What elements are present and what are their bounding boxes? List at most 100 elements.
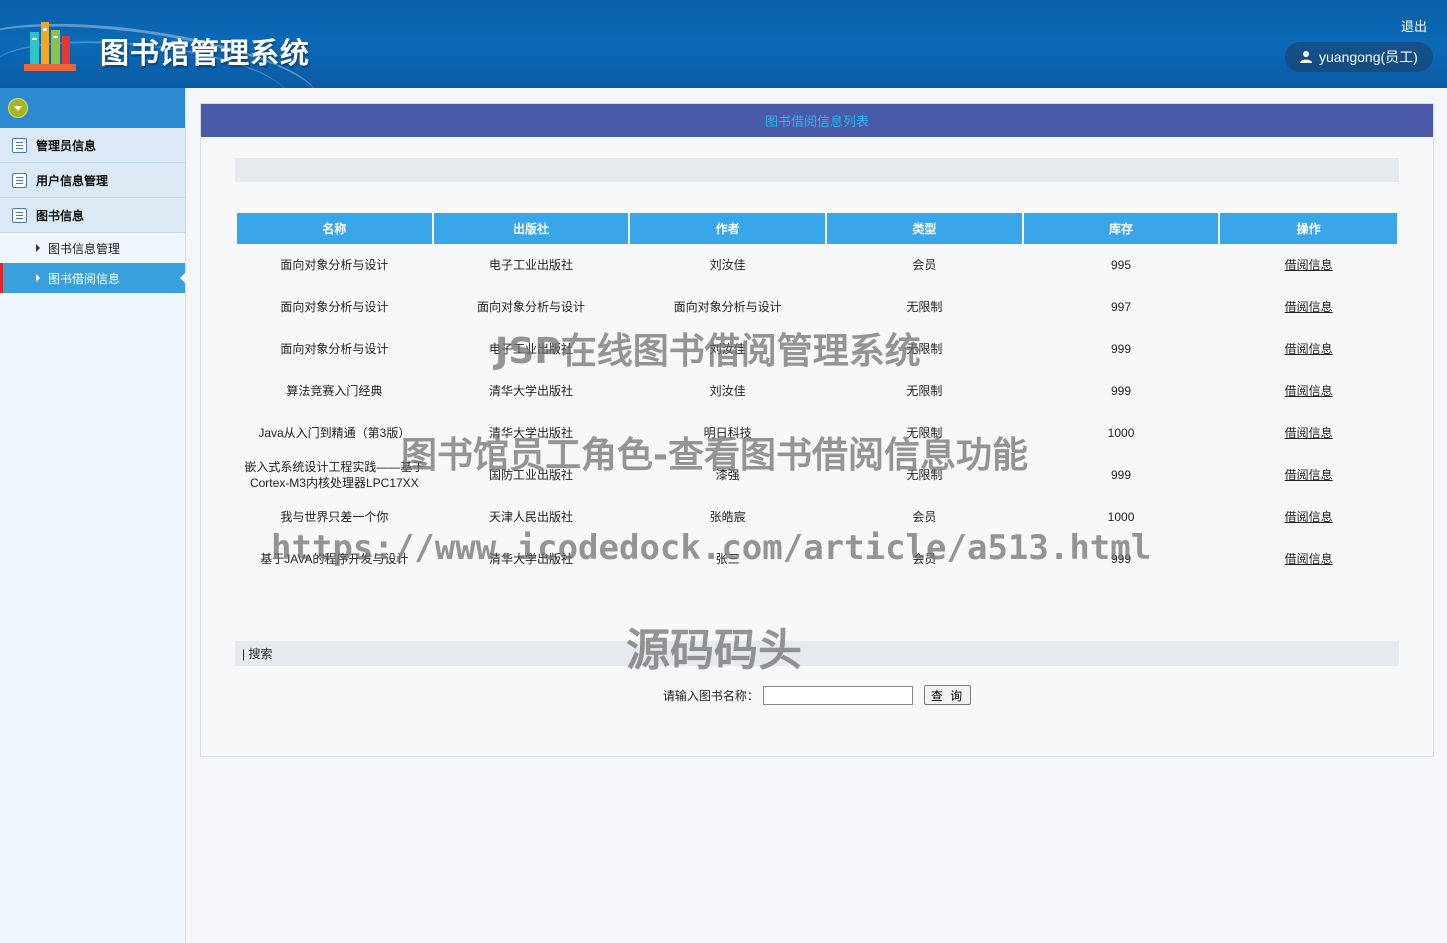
- borrow-info-link[interactable]: 借阅信息: [1285, 426, 1333, 440]
- table-header-row: 名称 出版社 作者 类型 库存 操作: [237, 213, 1397, 244]
- borrow-info-link[interactable]: 借阅信息: [1285, 552, 1333, 566]
- cell-type: 无限制: [906, 342, 943, 356]
- cell-name: 面向对象分析与设计: [280, 300, 389, 314]
- sidebar-item-label: 图书借阅信息: [48, 271, 121, 286]
- column-header-type: 类型: [827, 213, 1022, 244]
- cell-author: 面向对象分析与设计: [673, 300, 782, 314]
- cell-stock: 997: [1111, 300, 1132, 314]
- toolbar-strip: [235, 158, 1399, 182]
- cell-type: 无限制: [906, 426, 943, 440]
- sidebar-group-user-management[interactable]: 用户信息管理: [0, 163, 185, 198]
- borrow-info-link[interactable]: 借阅信息: [1285, 384, 1333, 398]
- cell-action: 借阅信息: [1220, 286, 1397, 328]
- column-header-publisher: 出版社: [433, 213, 629, 244]
- list-icon: [12, 207, 27, 223]
- books-logo-icon: [24, 22, 76, 71]
- cell-stock: 1000: [1107, 510, 1135, 524]
- cell-action: 借阅信息: [1220, 412, 1397, 454]
- cell-type: 会员: [912, 510, 937, 524]
- sidebar-item-book-management[interactable]: 图书信息管理: [0, 233, 185, 263]
- search-button[interactable]: 查 询: [923, 685, 972, 705]
- sidebar-group-book-info[interactable]: 图书信息: [0, 198, 185, 233]
- cell-author: 刘汝佳: [709, 342, 746, 356]
- panel-title: 图书借阅信息列表: [201, 104, 1433, 137]
- borrow-info-link[interactable]: 借阅信息: [1285, 300, 1333, 314]
- search-section-header: | 搜索: [235, 641, 1399, 666]
- cell-type: 会员: [912, 552, 937, 566]
- cell-stock: 999: [1111, 468, 1132, 482]
- column-header-name: 名称: [237, 213, 432, 244]
- table-row: 面向对象分析与设计 电子工业出版社 刘汝佳 无限制 999 借阅信息: [237, 328, 1397, 370]
- cell-author: 张三: [715, 552, 740, 566]
- cell-stock: 999: [1111, 342, 1132, 356]
- cell-author: 刘汝佳: [709, 384, 746, 398]
- site-title: 图书馆管理系统: [100, 36, 311, 70]
- cell-author: 张皓宸: [709, 510, 746, 524]
- table-row: Java从入门到精通（第3版） 清华大学出版社 明日科技 无限制 1000 借阅信息: [237, 412, 1397, 454]
- caret-right-icon: [36, 274, 40, 282]
- cell-author: 漆强: [715, 468, 740, 482]
- cell-publisher: 清华大学出版社: [489, 552, 574, 566]
- borrow-info-link[interactable]: 借阅信息: [1285, 342, 1333, 356]
- user-badge[interactable]: yuangong(员工): [1285, 42, 1433, 72]
- borrow-info-table: 名称 出版社 作者 类型 库存 操作 面向对象分析与设计 电子工业出版社 刘汝佳 会员…: [235, 213, 1399, 580]
- sidebar-top-bar: [0, 88, 185, 128]
- column-header-stock: 库存: [1023, 213, 1219, 244]
- table-row: 基于JAVA的程序开发与设计 清华大学出版社 张三 会员 999 借阅信息: [237, 538, 1397, 580]
- caret-right-icon: [36, 244, 40, 252]
- borrow-info-link[interactable]: 借阅信息: [1285, 258, 1333, 272]
- cell-type: 会员: [912, 258, 937, 272]
- table-row: 面向对象分析与设计 电子工业出版社 刘汝佳 会员 995 借阅信息: [237, 244, 1397, 286]
- cell-action: 借阅信息: [1220, 454, 1397, 496]
- table-row: 嵌入式系统设计工程实践——基于Cortex-M3内核处理器LPC17XX 国防工业…: [237, 454, 1397, 496]
- cell-action: 借阅信息: [1220, 328, 1397, 370]
- cell-name: 我与世界只差一个你: [280, 510, 389, 524]
- cell-author: 刘汝佳: [709, 258, 746, 272]
- book-name-search-input[interactable]: [762, 685, 913, 705]
- cell-name: 嵌入式系统设计工程实践——基于Cortex-M3内核处理器LPC17XX: [244, 460, 425, 490]
- user-name: yuangong(员工): [1319, 49, 1418, 65]
- table-body: 面向对象分析与设计 电子工业出版社 刘汝佳 会员 995 借阅信息 面向对象分析与设计 面向对…: [237, 244, 1397, 580]
- cell-action: 借阅信息: [1220, 538, 1397, 580]
- main-panel: 图书借阅信息列表 名称 出版社 作者 类型 库存 操作 面向对象分析与设计 电子工…: [200, 103, 1434, 757]
- cell-action: 借阅信息: [1220, 244, 1397, 286]
- cell-name: 算法竞赛入门经典: [286, 384, 383, 398]
- cell-stock: 999: [1111, 384, 1132, 398]
- cell-name: 基于JAVA的程序开发与设计: [260, 552, 409, 566]
- table-row: 算法竞赛入门经典 清华大学出版社 刘汝佳 无限制 999 借阅信息: [237, 370, 1397, 412]
- cell-name: Java从入门到精通（第3版）: [258, 426, 411, 440]
- cell-publisher: 天津人民出版社: [489, 510, 574, 524]
- cell-stock: 1000: [1107, 426, 1135, 440]
- sidebar: 管理员信息 用户信息管理 图书信息 图书信息管理 图书借阅信息: [0, 88, 186, 943]
- cell-action: 借阅信息: [1220, 496, 1397, 538]
- cell-type: 无限制: [906, 300, 943, 314]
- borrow-info-link[interactable]: 借阅信息: [1285, 468, 1333, 482]
- logout-link[interactable]: 退出: [1401, 16, 1427, 35]
- cell-publisher: 国防工业出版社: [489, 468, 574, 482]
- cell-publisher: 电子工业出版社: [489, 258, 574, 272]
- cell-publisher: 面向对象分析与设计: [477, 300, 586, 314]
- list-icon: [12, 137, 27, 153]
- cell-name: 面向对象分析与设计: [280, 342, 389, 356]
- cell-type: 无限制: [906, 468, 943, 482]
- top-header: 图书馆管理系统 退出 yuangong(员工): [0, 0, 1447, 88]
- sidebar-group-label: 图书信息: [36, 208, 85, 223]
- cell-publisher: 清华大学出版社: [489, 384, 574, 398]
- search-prompt-label: 请输入图书名称：: [662, 688, 759, 703]
- borrow-info-link[interactable]: 借阅信息: [1285, 510, 1333, 524]
- search-row: 请输入图书名称： 查 询: [201, 685, 1433, 705]
- user-icon: [1300, 51, 1312, 63]
- column-header-author: 作者: [630, 213, 826, 244]
- chevron-down-circle-icon[interactable]: [8, 98, 28, 118]
- cell-author: 明日科技: [703, 426, 752, 440]
- cell-name: 面向对象分析与设计: [280, 258, 389, 272]
- sidebar-item-book-borrow-info[interactable]: 图书借阅信息: [0, 263, 186, 293]
- table-row: 我与世界只差一个你 天津人民出版社 张皓宸 会员 1000 借阅信息: [237, 496, 1397, 538]
- sidebar-group-admin-info[interactable]: 管理员信息: [0, 128, 185, 163]
- cell-action: 借阅信息: [1220, 370, 1397, 412]
- cell-stock: 995: [1111, 258, 1132, 272]
- sidebar-group-label: 用户信息管理: [36, 173, 109, 188]
- cell-publisher: 电子工业出版社: [489, 342, 574, 356]
- list-icon: [12, 172, 27, 188]
- column-header-action: 操作: [1220, 213, 1397, 244]
